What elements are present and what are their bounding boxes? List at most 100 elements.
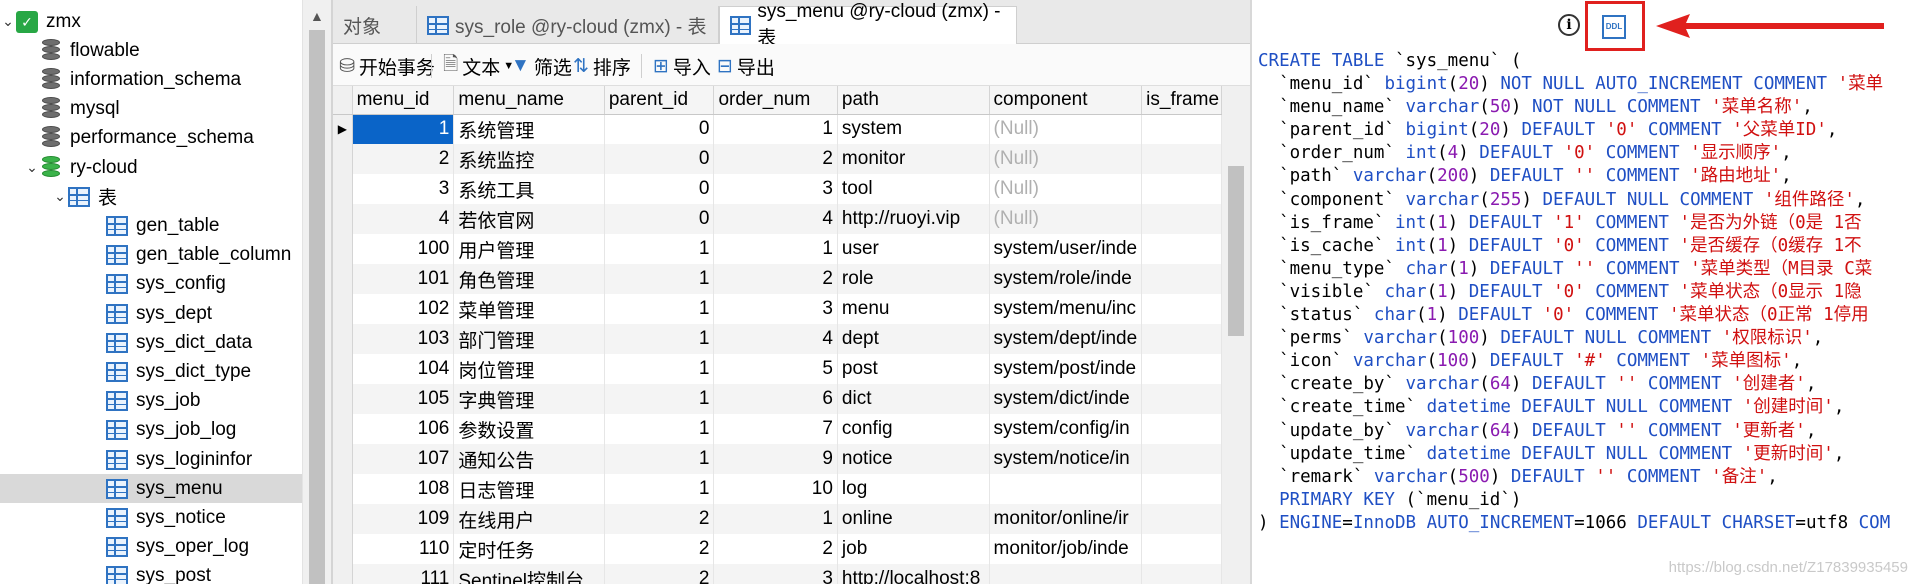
cell-menu-id[interactable]: 1 (352, 114, 455, 144)
sidebar-item-performance_schema[interactable]: performance_schema (0, 124, 302, 153)
cell-is-frame[interactable] (1141, 324, 1222, 354)
sidebar-item-sys_oper_log[interactable]: sys_oper_log (0, 533, 302, 562)
cell-parent-id[interactable]: 2 (604, 564, 715, 584)
cell-is-frame[interactable] (1141, 384, 1222, 414)
column-header-menu-name[interactable]: menu_name (453, 86, 605, 115)
cell-component[interactable]: (Null) (989, 114, 1143, 144)
cell-menu-id[interactable]: 106 (352, 414, 455, 444)
cell-menu-id[interactable]: 103 (352, 324, 455, 354)
cell-is-frame[interactable] (1141, 294, 1222, 324)
sort-button[interactable]: ⇅ 排序 (573, 52, 631, 80)
text-button[interactable]: 🗎 文本 ▼ (443, 52, 514, 80)
info-icon[interactable]: i (1558, 14, 1580, 36)
cell-menu-name[interactable]: 系统工具 (453, 174, 605, 204)
cell-parent-id[interactable]: 2 (604, 504, 715, 534)
table-row[interactable]: 109 在线用户 2 1 online monitor/online/ir (333, 504, 1222, 534)
cell-is-frame[interactable] (1141, 234, 1222, 264)
row-marker[interactable] (333, 354, 353, 384)
cell-path[interactable]: role (837, 264, 990, 294)
sidebar-scrollbar[interactable]: ▲ (302, 0, 331, 584)
column-header-order-num[interactable]: order_num (713, 86, 838, 115)
cell-path[interactable]: log (837, 474, 990, 504)
sidebar-item-sys_notice[interactable]: sys_notice (0, 503, 302, 532)
cell-parent-id[interactable]: 1 (604, 384, 715, 414)
table-row[interactable]: 104 岗位管理 1 5 post system/post/inde (333, 354, 1222, 384)
cell-path[interactable]: tool (837, 174, 990, 204)
cell-parent-id[interactable]: 1 (604, 474, 715, 504)
sidebar-item-zmx[interactable]: ⌄ ✓ zmx (0, 7, 302, 36)
cell-menu-id[interactable]: 107 (352, 444, 455, 474)
cell-path[interactable]: http://localhost:8 (837, 564, 990, 584)
cell-is-frame[interactable] (1141, 174, 1222, 204)
cell-menu-id[interactable]: 110 (352, 534, 455, 564)
cell-order-num[interactable]: 6 (713, 384, 838, 414)
cell-component[interactable] (989, 564, 1143, 584)
cell-order-num[interactable]: 4 (713, 204, 838, 234)
cell-component[interactable]: (Null) (989, 174, 1143, 204)
cell-parent-id[interactable]: 1 (604, 354, 715, 384)
cell-path[interactable]: dict (837, 384, 990, 414)
cell-menu-name[interactable]: 通知公告 (453, 444, 605, 474)
table-row[interactable]: 100 用户管理 1 1 user system/user/inde (333, 234, 1222, 264)
table-row[interactable]: 106 参数设置 1 7 config system/config/in (333, 414, 1222, 444)
row-marker[interactable] (333, 474, 353, 504)
cell-menu-name[interactable]: 在线用户 (453, 504, 605, 534)
cell-order-num[interactable]: 10 (713, 474, 838, 504)
cell-order-num[interactable]: 3 (713, 294, 838, 324)
filter-button[interactable]: ▼ 筛选 (511, 52, 572, 80)
current-row-marker-icon[interactable]: ▶ (333, 114, 353, 144)
chevron-down-icon[interactable]: ⌄ (0, 13, 16, 30)
tab-sys-menu[interactable]: sys_menu @ry-cloud (zmx) - 表 (719, 1, 1017, 49)
sidebar-item--[interactable]: ⌄ 表 (0, 182, 302, 211)
cell-parent-id[interactable]: 1 (604, 264, 715, 294)
cell-component[interactable]: system/role/inde (989, 264, 1143, 294)
sidebar-item-sys_dict_type[interactable]: sys_dict_type (0, 357, 302, 386)
cell-menu-name[interactable]: 参数设置 (453, 414, 605, 444)
cell-path[interactable]: dept (837, 324, 990, 354)
sidebar-item-sys_menu[interactable]: sys_menu (0, 474, 302, 504)
cell-component[interactable]: system/user/inde (989, 234, 1143, 264)
table-row[interactable]: 103 部门管理 1 4 dept system/dept/inde (333, 324, 1222, 354)
cell-menu-name[interactable]: 岗位管理 (453, 354, 605, 384)
cell-menu-name[interactable]: 部门管理 (453, 324, 605, 354)
cell-order-num[interactable]: 9 (713, 444, 838, 474)
sidebar-item-ry-cloud[interactable]: ⌄ ry-cloud (0, 153, 302, 182)
cell-is-frame[interactable] (1141, 474, 1222, 504)
table-row[interactable]: 101 角色管理 1 2 role system/role/inde (333, 264, 1222, 294)
export-button[interactable]: ⊟ 导出 (717, 52, 775, 80)
cell-parent-id[interactable]: 1 (604, 294, 715, 324)
tab-objects[interactable]: 对象 (333, 6, 417, 44)
row-marker[interactable] (333, 414, 353, 444)
cell-order-num[interactable]: 1 (713, 504, 838, 534)
cell-menu-id[interactable]: 102 (352, 294, 455, 324)
table-row[interactable]: 105 字典管理 1 6 dict system/dict/inde (333, 384, 1222, 414)
cell-component[interactable]: system/dept/inde (989, 324, 1143, 354)
cell-menu-name[interactable]: 菜单管理 (453, 294, 605, 324)
cell-order-num[interactable]: 1 (713, 234, 838, 264)
cell-order-num[interactable]: 1 (713, 114, 838, 144)
cell-order-num[interactable]: 4 (713, 324, 838, 354)
cell-is-frame[interactable] (1141, 444, 1222, 474)
cell-is-frame[interactable] (1141, 534, 1222, 564)
row-marker[interactable] (333, 144, 353, 174)
cell-path[interactable]: online (837, 504, 990, 534)
cell-menu-id[interactable]: 100 (352, 234, 455, 264)
cell-is-frame[interactable] (1141, 504, 1222, 534)
cell-menu-id[interactable]: 109 (352, 504, 455, 534)
ddl-icon[interactable]: DDL (1602, 15, 1626, 39)
row-marker[interactable] (333, 384, 353, 414)
row-marker[interactable] (333, 534, 353, 564)
cell-menu-id[interactable]: 104 (352, 354, 455, 384)
cell-component[interactable]: system/config/in (989, 414, 1143, 444)
cell-menu-name[interactable]: Sentinel控制台 (453, 564, 605, 584)
table-row[interactable]: ▶ 1 系统管理 0 1 system (Null) (333, 114, 1222, 144)
column-header-menu-id[interactable]: menu_id (352, 86, 455, 115)
cell-component[interactable]: system/notice/in (989, 444, 1143, 474)
sidebar-item-sys_dept[interactable]: sys_dept (0, 299, 302, 328)
cell-path[interactable]: user (837, 234, 990, 264)
cell-is-frame[interactable] (1141, 144, 1222, 174)
table-row[interactable]: 111 Sentinel控制台 2 3 http://localhost:8 (333, 564, 1222, 584)
cell-parent-id[interactable]: 0 (604, 204, 715, 234)
cell-path[interactable]: job (837, 534, 990, 564)
table-row[interactable]: 110 定时任务 2 2 job monitor/job/inde (333, 534, 1222, 564)
